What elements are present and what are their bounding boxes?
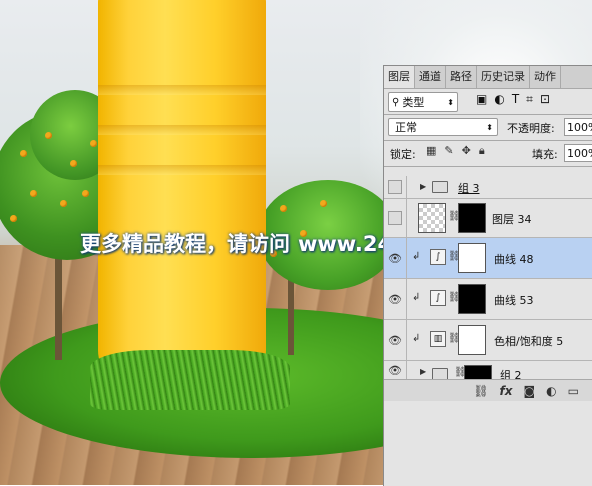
visibility-off-box <box>388 211 402 225</box>
lock-label: 锁定: <box>390 148 416 161</box>
layer-row[interactable]: ⛓︎ 图层 34 <box>384 199 592 238</box>
visibility-toggle[interactable] <box>384 176 407 198</box>
visibility-toggle[interactable]: 👁︎ <box>384 320 407 360</box>
add-mask-icon[interactable]: ◙ <box>524 384 536 398</box>
lock-transparent-icon[interactable]: ▦ <box>426 144 436 158</box>
orange-fruit <box>90 140 97 147</box>
bottle-ridge <box>98 125 266 135</box>
expand-triangle-icon[interactable]: ▶ <box>420 367 426 376</box>
layer-row[interactable]: 👁︎ ▶ ⛓︎ 组 2 <box>384 361 592 380</box>
panel-bottom-toolbar: ⛓︎ fx ◙ ◐ ▭ <box>384 379 592 401</box>
orange-fruit <box>30 190 37 197</box>
eye-icon: 👁︎ <box>388 363 402 377</box>
lock-brush-icon[interactable]: ✎ <box>444 144 453 158</box>
layer-mask-thumbnail[interactable] <box>464 365 492 379</box>
blend-row: 正常 ⬍ 不透明度: 100% <box>384 115 592 139</box>
orange-fruit <box>60 200 67 207</box>
filter-row: ⚲ 类型 ⬍ ▣ ◐ T ⌗ ⊡ <box>384 89 592 113</box>
orange-fruit <box>10 215 17 222</box>
layer-mask-thumbnail[interactable] <box>458 203 486 233</box>
layer-row[interactable]: 👁︎ ↲ ▥ ⛓︎ 色相/饱和度 5 <box>384 320 592 361</box>
visibility-toggle[interactable]: 👁︎ <box>384 361 407 379</box>
new-group-folder-icon[interactable]: ▭ <box>568 384 579 398</box>
fx-icon[interactable]: fx <box>500 384 513 398</box>
tab-actions[interactable]: 动作 <box>530 66 561 88</box>
visibility-off-box <box>388 180 402 194</box>
eye-icon: 👁︎ <box>388 251 402 265</box>
search-icon: ⚲ <box>392 96 400 108</box>
adjustment-filter-icon[interactable]: ◐ <box>494 92 504 107</box>
lock-move-icon[interactable]: ✥ <box>462 144 471 158</box>
clipping-arrow-icon: ↲ <box>412 333 421 344</box>
blend-mode-value: 正常 <box>395 121 417 134</box>
orange-fruit <box>70 160 77 167</box>
fill-input[interactable]: 100% <box>564 144 592 162</box>
new-adjustment-icon[interactable]: ◐ <box>546 384 556 398</box>
bottle-ridge <box>98 165 266 175</box>
chevron-updown-icon: ⬍ <box>447 97 454 107</box>
filter-icons: ▣ ◐ T ⌗ ⊡ <box>476 92 550 107</box>
orange-fruit <box>45 132 52 139</box>
panel-empty-area <box>384 402 592 486</box>
lock-icons: ▦ ✎ ✥ 🔒︎ <box>426 144 485 158</box>
grass-front <box>90 350 290 410</box>
visibility-toggle[interactable]: 👁︎ <box>384 238 407 278</box>
layer-mask-thumbnail[interactable] <box>458 284 486 314</box>
curves-adjustment-icon: ∫ <box>430 249 446 265</box>
layers-panel: 图层 通道 路径 历史记录 动作 ⚲ 类型 ⬍ ▣ ◐ T ⌗ ⊡ 正常 ⬍ 不… <box>383 65 592 486</box>
fill-label: 填充: <box>532 148 558 161</box>
tab-paths[interactable]: 路径 <box>446 66 477 88</box>
layer-thumbnail <box>418 203 446 233</box>
panel-tabs: 图层 通道 路径 历史记录 动作 <box>384 66 592 89</box>
clipping-arrow-icon: ↲ <box>412 251 421 262</box>
tab-history[interactable]: 历史记录 <box>477 66 530 88</box>
hue-saturation-adjustment-icon: ▥ <box>430 331 446 347</box>
layer-row-selected[interactable]: 👁︎ ↲ ∫ ⛓︎ 曲线 48 <box>384 238 592 279</box>
layer-name: 色相/饱和度 5 <box>494 335 564 348</box>
visibility-toggle[interactable] <box>384 199 407 237</box>
visibility-toggle[interactable]: 👁︎ <box>384 279 407 319</box>
filter-kind-label: 类型 <box>402 96 425 109</box>
layer-row[interactable]: ▶ 组 3 <box>384 176 592 199</box>
smart-object-filter-icon[interactable]: ⊡ <box>540 92 550 107</box>
eye-icon: 👁︎ <box>388 333 402 347</box>
orange-fruit <box>82 190 89 197</box>
layer-name: 曲线 53 <box>494 294 534 307</box>
chevron-updown-icon: ⬍ <box>486 123 493 132</box>
tab-layers[interactable]: 图层 <box>384 66 415 88</box>
filter-kind-select[interactable]: ⚲ 类型 ⬍ <box>388 92 458 112</box>
clipping-arrow-icon: ↲ <box>412 292 421 303</box>
lock-row: 锁定: ▦ ✎ ✥ 🔒︎ 填充: 100% <box>384 141 592 165</box>
layer-name: 曲线 48 <box>494 253 534 266</box>
type-filter-icon[interactable]: T <box>512 92 519 107</box>
layer-row[interactable]: 👁︎ ↲ ∫ ⛓︎ 曲线 53 <box>384 279 592 320</box>
watermark-cn: 更多精品教程，请访问 <box>80 232 290 256</box>
layer-mask-thumbnail[interactable] <box>458 325 486 355</box>
layer-mask-thumbnail[interactable] <box>458 243 486 273</box>
shape-filter-icon[interactable]: ⌗ <box>526 92 533 107</box>
orange-fruit <box>280 205 287 212</box>
pixel-filter-icon[interactable]: ▣ <box>476 92 487 107</box>
expand-triangle-icon[interactable]: ▶ <box>420 182 426 191</box>
eye-icon: 👁︎ <box>388 292 402 306</box>
bottle-ridge <box>98 85 266 95</box>
opacity-input[interactable]: 100% <box>564 118 592 136</box>
divider <box>384 166 592 167</box>
layer-name: 组 3 <box>458 182 480 195</box>
folder-icon <box>432 181 448 193</box>
layer-name: 图层 34 <box>492 213 532 226</box>
lock-all-icon[interactable]: 🔒︎ <box>479 144 485 158</box>
opacity-label: 不透明度: <box>507 122 555 135</box>
orange-fruit <box>20 150 27 157</box>
juice-bottle <box>98 0 266 390</box>
link-layers-icon[interactable]: ⛓︎ <box>473 384 488 398</box>
blend-mode-select[interactable]: 正常 ⬍ <box>388 118 498 136</box>
curves-adjustment-icon: ∫ <box>430 290 446 306</box>
orange-fruit <box>320 200 327 207</box>
tab-channels[interactable]: 通道 <box>415 66 446 88</box>
